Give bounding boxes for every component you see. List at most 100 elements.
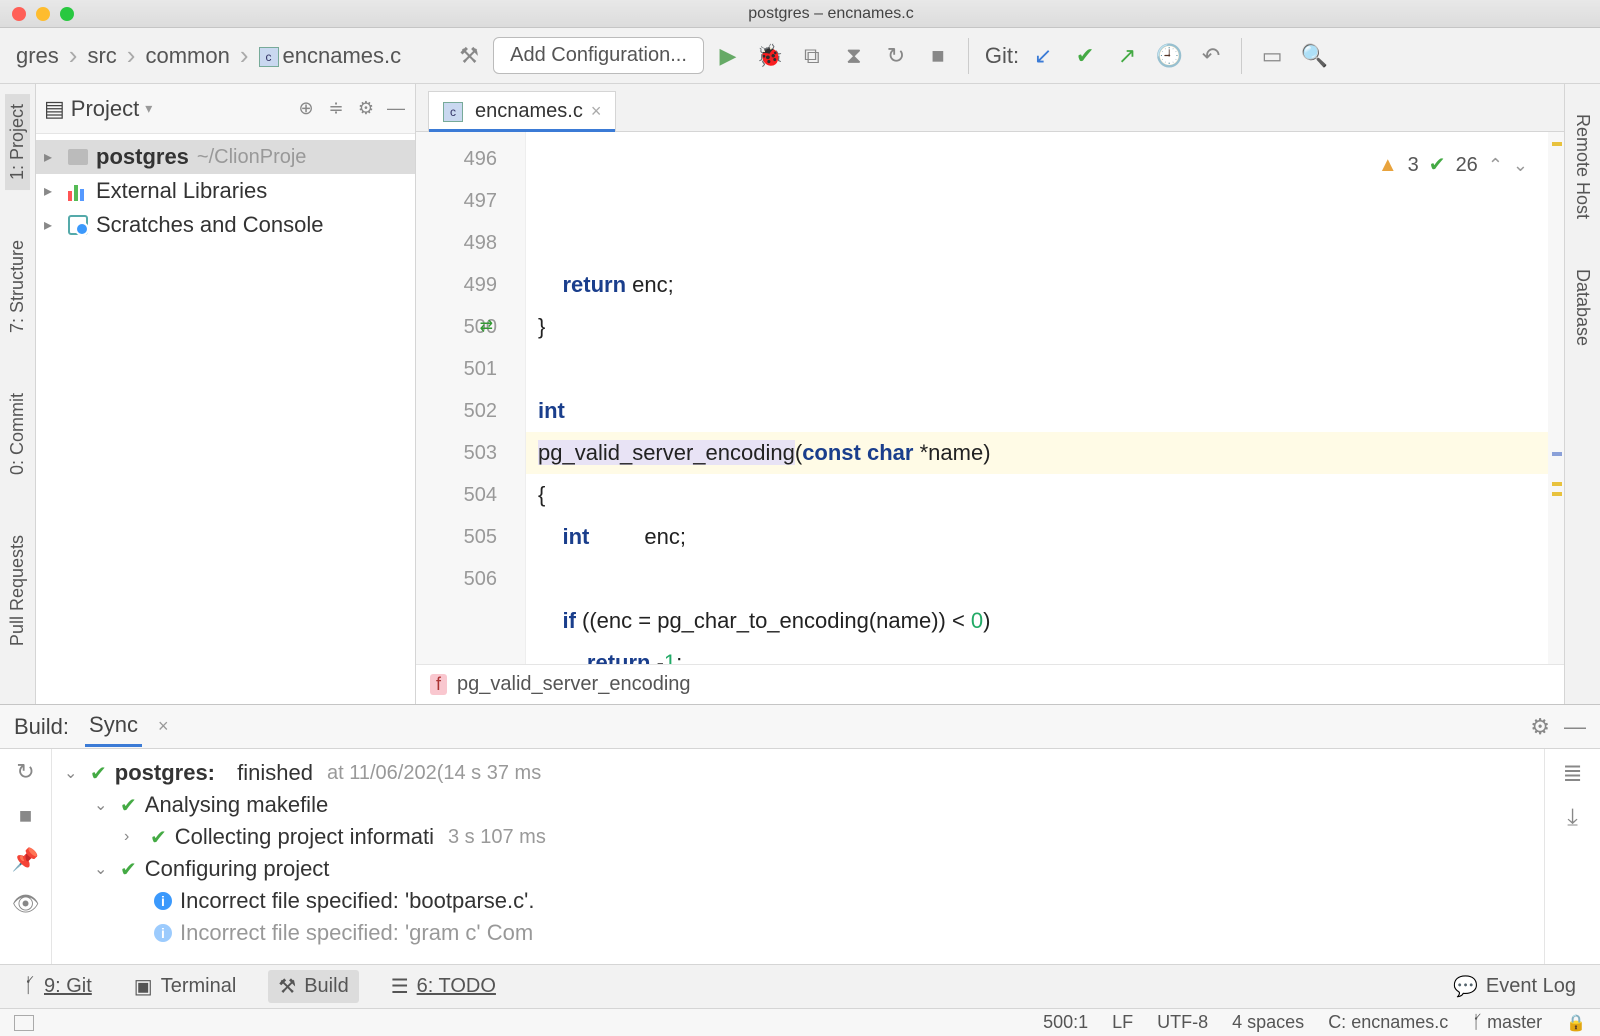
build-row[interactable]: ⌄ ✔ Analysing makefile xyxy=(64,789,1532,821)
build-right-toolbar: ≣ ⤓ xyxy=(1544,749,1600,964)
divider xyxy=(968,38,969,74)
git-commit-icon[interactable]: ✔ xyxy=(1067,38,1103,74)
bottom-tab-todo[interactable]: ☰6: TODO xyxy=(381,970,506,1003)
close-window-icon[interactable] xyxy=(12,7,26,21)
pin-icon[interactable]: 📌 xyxy=(12,847,39,873)
build-row-root[interactable]: ⌄ ✔ postgres: finished at 11/06/202(14 s… xyxy=(64,757,1532,789)
editor-tab[interactable]: c encnames.c × xyxy=(428,91,616,131)
git-pull-icon[interactable]: ↙ xyxy=(1025,38,1061,74)
bubble-icon: 💬 xyxy=(1453,974,1478,999)
minimize-window-icon[interactable] xyxy=(36,7,50,21)
inspection-widget[interactable]: ▲ 3 ✔ 26 ⌃ ⌄ xyxy=(1372,142,1534,188)
close-icon[interactable]: × xyxy=(158,716,169,737)
hammer-icon: ⚒ xyxy=(278,974,296,999)
crumb-0[interactable]: gres xyxy=(8,41,67,71)
main-area: 1: Project 7: Structure 0: Commit Pull R… xyxy=(0,84,1600,704)
tab-label: encnames.c xyxy=(475,100,583,123)
left-tool-strip: 1: Project 7: Structure 0: Commit Pull R… xyxy=(0,84,36,704)
attach-icon[interactable]: ↻ xyxy=(878,38,914,74)
build-row[interactable]: ⌄ ✔ Configuring project xyxy=(64,853,1532,885)
profile-icon[interactable]: ⧗ xyxy=(836,38,872,74)
chevron-up-icon[interactable]: ⌃ xyxy=(1488,144,1503,186)
expand-all-icon[interactable]: ≑ xyxy=(325,98,347,120)
build-title: Build: xyxy=(14,714,69,740)
tool-tab-commit[interactable]: 0: Commit xyxy=(5,383,30,485)
git-history-icon[interactable]: 🕘 xyxy=(1151,38,1187,74)
crumb-3[interactable]: cencnames.c xyxy=(251,41,410,71)
hide-icon[interactable]: — xyxy=(385,98,407,120)
error-stripe[interactable] xyxy=(1548,132,1564,664)
chevron-down-icon[interactable]: ⌄ xyxy=(1513,144,1528,186)
search-icon[interactable]: 🔍 xyxy=(1296,38,1332,74)
refresh-icon[interactable]: ↻ xyxy=(16,759,34,785)
right-tool-strip: Remote Host Database xyxy=(1564,84,1600,704)
tool-tab-remote-host[interactable]: Remote Host xyxy=(1570,104,1595,229)
hide-icon[interactable]: — xyxy=(1564,714,1586,740)
zoom-window-icon[interactable] xyxy=(60,7,74,21)
code-area[interactable]: ▲ 3 ✔ 26 ⌃ ⌄ return enc;} intpg_valid_se… xyxy=(526,132,1548,664)
line-separator[interactable]: LF xyxy=(1112,1012,1133,1033)
nav-breadcrumb[interactable]: gres › src › common › cencnames.c xyxy=(8,40,409,71)
caret-pos[interactable]: 500:1 xyxy=(1043,1012,1088,1033)
build-tab-sync[interactable]: Sync xyxy=(85,706,142,747)
tool-tab-database[interactable]: Database xyxy=(1570,259,1595,356)
indent-setting[interactable]: 4 spaces xyxy=(1232,1012,1304,1033)
file-encoding[interactable]: UTF-8 xyxy=(1157,1012,1208,1033)
build-row[interactable]: › ✔ Collecting project informati 3 s 107… xyxy=(64,821,1532,853)
stop-icon[interactable]: ■ xyxy=(19,803,32,829)
tool-windows-icon[interactable] xyxy=(14,1015,34,1031)
terminal-icon: ▣ xyxy=(134,974,153,999)
run-anything-icon[interactable]: ▭ xyxy=(1254,38,1290,74)
locate-icon[interactable]: ⊕ xyxy=(295,98,317,120)
info-icon: i xyxy=(154,924,172,942)
close-icon[interactable]: × xyxy=(591,101,602,122)
stop-icon[interactable]: ■ xyxy=(920,38,956,74)
tool-tab-pull-requests[interactable]: Pull Requests xyxy=(5,525,30,656)
main-toolbar: gres › src › common › cencnames.c ⚒ Add … xyxy=(0,28,1600,84)
scratch-icon xyxy=(68,215,88,235)
git-push-icon[interactable]: ↗ xyxy=(1109,38,1145,74)
project-title[interactable]: ▤ Project ▾ xyxy=(44,96,287,122)
editor-breadcrumb[interactable]: f pg_valid_server_encoding xyxy=(416,664,1564,704)
git-rollback-icon[interactable]: ↶ xyxy=(1193,38,1229,74)
bottom-tab-terminal[interactable]: ▣Terminal xyxy=(124,970,246,1003)
scroll-to-end-icon[interactable]: ⤓ xyxy=(1567,804,1578,832)
lock-icon[interactable]: 🔒 xyxy=(1566,1013,1586,1033)
tree-scratches[interactable]: ▸ Scratches and Console xyxy=(36,208,415,242)
bottom-tab-git[interactable]: ᚶ9: Git xyxy=(14,971,102,1002)
event-log-button[interactable]: 💬Event Log xyxy=(1443,970,1586,1003)
build-tree[interactable]: ⌄ ✔ postgres: finished at 11/06/202(14 s… xyxy=(52,749,1544,964)
run-icon[interactable]: ▶ xyxy=(710,38,746,74)
project-tree: ▸ postgres ~/ClionProje ▸ External Libra… xyxy=(36,134,415,704)
coverage-icon[interactable]: ⧉ xyxy=(794,38,830,74)
hammer-build-icon[interactable]: ⚒ xyxy=(451,38,487,74)
crumb-1[interactable]: src xyxy=(79,41,124,71)
chevron-right-icon: › xyxy=(127,40,136,71)
eye-icon[interactable]: 👁 xyxy=(12,891,40,917)
soft-wrap-icon[interactable]: ≣ xyxy=(1562,759,1582,788)
editor-area: c encnames.c × 496497498499500⇄501502503… xyxy=(416,84,1564,704)
build-row[interactable]: i Incorrect file specified: 'gram c' Com xyxy=(64,917,1532,949)
debug-icon[interactable]: 🐞 xyxy=(752,38,788,74)
editor-body[interactable]: 496497498499500⇄501502503504505506 ▲ 3 ✔… xyxy=(416,132,1564,664)
tree-external-libs[interactable]: ▸ External Libraries xyxy=(36,174,415,208)
gear-icon[interactable]: ⚙ xyxy=(1530,714,1550,740)
add-configuration-button[interactable]: Add Configuration... xyxy=(493,37,704,74)
bottom-tab-build[interactable]: ⚒Build xyxy=(268,970,358,1003)
bottom-toolbar: ᚶ9: Git ▣Terminal ⚒Build ☰6: TODO 💬Event… xyxy=(0,964,1600,1008)
build-header: Build: Sync × ⚙ — xyxy=(0,705,1600,749)
build-row[interactable]: i Incorrect file specified: 'bootparse.c… xyxy=(64,885,1532,917)
tree-root[interactable]: ▸ postgres ~/ClionProje xyxy=(36,140,415,174)
gear-icon[interactable]: ⚙ xyxy=(355,98,377,120)
chevron-right-icon: › xyxy=(124,828,142,846)
function-badge-icon: f xyxy=(430,674,447,695)
chevron-right-icon: › xyxy=(240,40,249,71)
git-branch[interactable]: ᚶmaster xyxy=(1472,1012,1542,1033)
tool-tab-structure[interactable]: 7: Structure xyxy=(5,230,30,343)
info-icon: i xyxy=(154,892,172,910)
context-label[interactable]: C: encnames.c xyxy=(1328,1012,1448,1033)
check-icon: ✔ xyxy=(120,857,137,882)
c-file-icon: c xyxy=(259,47,279,67)
crumb-2[interactable]: common xyxy=(137,41,237,71)
tool-tab-project[interactable]: 1: Project xyxy=(5,94,30,190)
